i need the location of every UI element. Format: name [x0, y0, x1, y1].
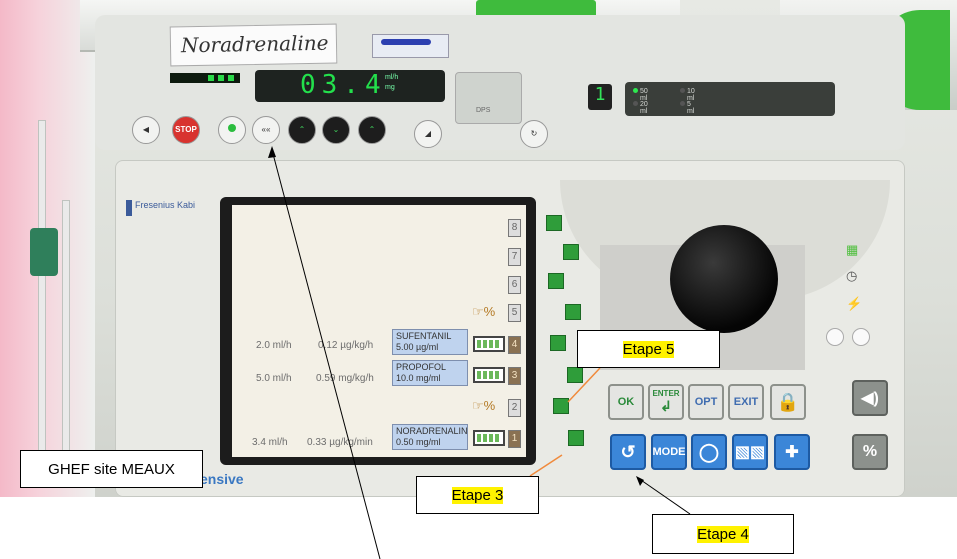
step4-callout: Etape 4 [652, 514, 794, 554]
arrow-step3 [529, 454, 563, 477]
arrow-step4 [637, 477, 691, 515]
arrow-to-bolus [271, 149, 381, 559]
site-label-box: GHEF site MEAUX [20, 450, 203, 488]
site-label: GHEF site MEAUX [48, 460, 175, 478]
arrowhead [268, 146, 276, 158]
step5-callout: Etape 5 [577, 330, 720, 368]
step3-label: Etape 3 [451, 486, 504, 504]
arrow-step5 [567, 367, 601, 403]
step4-label: Etape 4 [697, 525, 749, 543]
step3-callout: Etape 3 [416, 476, 539, 514]
step5-label: Etape 5 [622, 340, 675, 358]
arrowhead [636, 476, 644, 486]
